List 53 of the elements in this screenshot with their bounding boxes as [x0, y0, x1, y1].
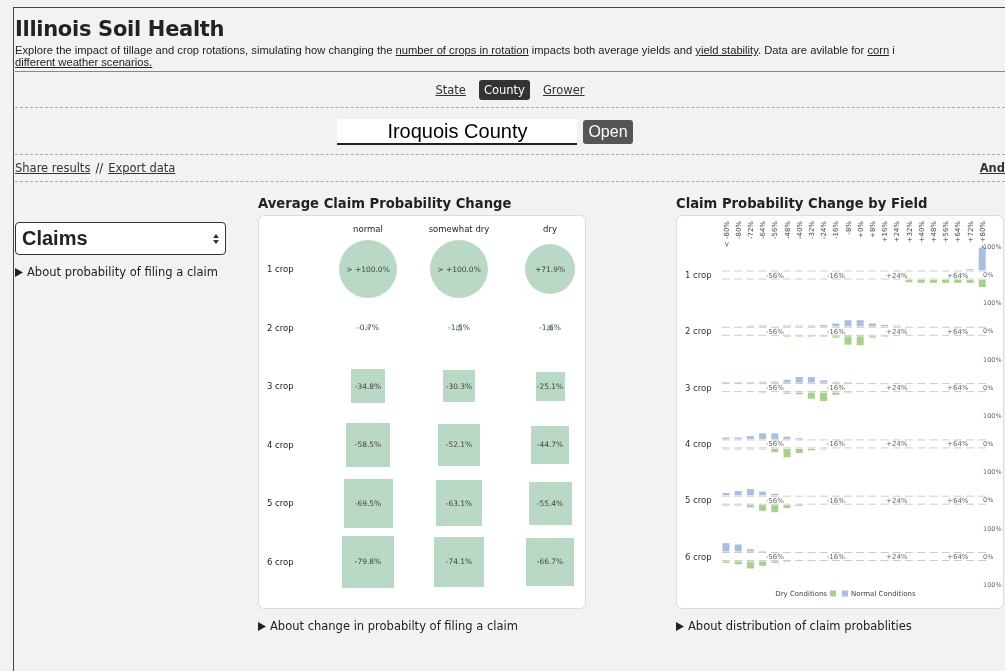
export-link[interactable]: Export data: [108, 161, 176, 175]
row-label: 3 crop: [685, 382, 712, 393]
caret-icon: [676, 621, 684, 631]
description-link[interactable]: yield stability: [695, 44, 758, 56]
view-tab[interactable]: County: [478, 80, 530, 100]
about-toggle[interactable]: About probability of filing a claim: [27, 265, 218, 279]
page-title: Illinois Soil Health: [15, 17, 226, 41]
description: Explore the impact of tillage and crop rotations, simulating how changing the number of crops in rotation impacts both average yields and yield stability. Data are avilable for corn i different weather scenarios.: [15, 44, 896, 68]
row-label: 3 crop: [267, 381, 295, 392]
column-header: dry: [542, 224, 558, 234]
caret-icon: [258, 621, 266, 631]
share-link[interactable]: Share results: [15, 161, 91, 175]
row-label: 5 crop: [267, 498, 295, 509]
square-marker: [436, 480, 482, 527]
nav-link[interactable]: And: [979, 161, 1005, 175]
column-header: normal: [352, 224, 384, 234]
square-marker: [434, 536, 484, 587]
row-label: 5 crop: [685, 495, 712, 506]
row-label: 4 crop: [685, 438, 712, 449]
square-marker: [342, 535, 394, 588]
panel-title: Average Claim Probability Change: [258, 196, 513, 213]
square-marker: [438, 423, 480, 466]
column-header: somewhat dry: [427, 224, 491, 234]
description-link[interactable]: number of crops in rotation: [395, 44, 529, 56]
panel-title: Claim Probability Change by Field: [676, 196, 929, 213]
row-label: 1 crop: [267, 264, 295, 275]
open-button[interactable]: Open: [583, 120, 633, 144]
about-toggle[interactable]: About distribution of claim probablities: [688, 619, 912, 633]
view-tab[interactable]: Grower: [537, 80, 590, 100]
square-marker: [346, 422, 390, 467]
row-label: 6 crop: [685, 551, 712, 562]
separator-text: //: [95, 161, 104, 175]
square-marker: [531, 425, 569, 464]
row-label: 2 crop: [267, 322, 295, 333]
description-link[interactable]: different weather scenarios.: [15, 56, 153, 68]
circle-marker: [525, 244, 575, 295]
square-marker: [443, 370, 475, 403]
row-label: 4 crop: [267, 439, 295, 450]
updown-icon: [213, 233, 219, 244]
row-label: 6 crop: [267, 556, 295, 567]
square-marker: [526, 537, 574, 586]
square-marker: [343, 478, 393, 528]
square-marker: [528, 481, 572, 525]
caret-icon: [15, 267, 23, 277]
county-field[interactable]: Iroquois County: [337, 119, 578, 145]
about-toggle[interactable]: About change in probabilty of filing a claim: [270, 619, 518, 633]
description-link[interactable]: corn: [867, 44, 890, 56]
metric-select[interactable]: Claims: [15, 222, 226, 255]
row-label: 1 crop: [685, 270, 712, 280]
row-label: 2 crop: [685, 326, 712, 337]
square-marker: [351, 369, 385, 404]
square-marker: [535, 371, 565, 401]
view-tab[interactable]: State: [430, 80, 471, 100]
